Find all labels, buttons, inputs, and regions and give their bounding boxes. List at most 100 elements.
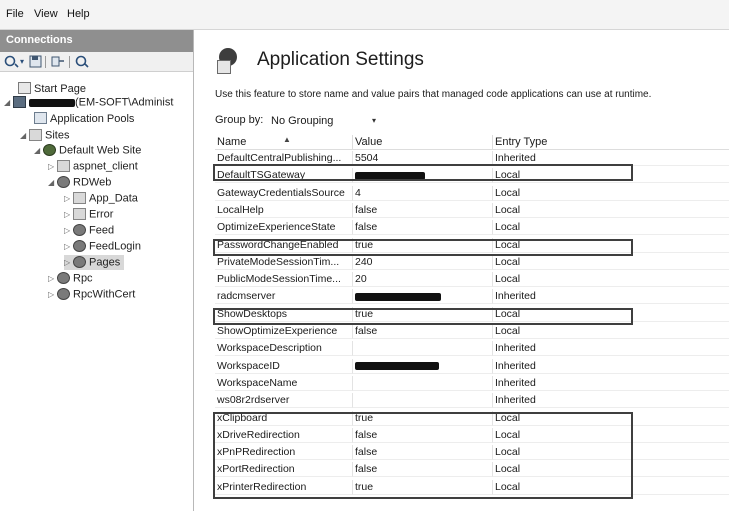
cell-entry-type: Local — [493, 324, 729, 339]
cell-value: false — [353, 202, 493, 218]
highlight-box — [213, 308, 633, 325]
tree-item-app-pools[interactable]: Application Pools — [34, 112, 134, 127]
tree-item-aspnet-client[interactable]: ▷ aspnet_client — [48, 159, 138, 174]
application-icon — [57, 271, 70, 284]
refresh-icon[interactable] — [75, 55, 89, 68]
column-header-entry-type[interactable]: Entry Type — [493, 135, 729, 150]
cell-value: false — [353, 220, 493, 236]
start-page-icon — [18, 82, 31, 95]
folder-icon — [57, 159, 70, 172]
table-row[interactable]: WorkspaceName Inherited — [215, 375, 729, 391]
expand-arrow-icon[interactable]: ▷ — [64, 207, 73, 222]
redacted-value — [355, 361, 439, 370]
page-title: Application Settings — [257, 49, 424, 70]
menu-view[interactable]: View — [34, 8, 58, 20]
expand-arrow-icon[interactable]: ▷ — [48, 271, 57, 286]
back-arrow-icon[interactable] — [4, 55, 19, 68]
server-icon — [13, 95, 26, 108]
cell-value: false — [353, 324, 493, 339]
cell-entry-type: Local — [493, 186, 729, 201]
menu-bar: File View Help — [0, 0, 729, 30]
column-header-name[interactable]: Name ▲ — [215, 135, 353, 150]
globe-icon — [43, 143, 56, 156]
cell-entry-type: Local — [493, 220, 729, 236]
group-by-select[interactable]: No Grouping ▾ — [267, 111, 383, 130]
cell-name: OptimizeExperienceState — [215, 220, 353, 236]
group-by-label: Group by: — [215, 114, 264, 126]
expand-arrow-icon[interactable]: ▷ — [64, 239, 73, 254]
collapse-arrow-icon[interactable]: ◢ — [4, 95, 13, 110]
tree-item-feed[interactable]: ▷ Feed — [64, 223, 114, 238]
tree-item-default-web-site[interactable]: ◢ Default Web Site — [34, 143, 141, 158]
tree-item-error[interactable]: ▷ Error — [64, 207, 113, 222]
collapse-arrow-icon[interactable]: ◢ — [20, 128, 29, 143]
table-row[interactable]: ws08r2rdserver Inherited — [215, 393, 729, 409]
column-header-value[interactable]: Value — [353, 135, 493, 150]
connections-toolbar: ▾ — [0, 52, 193, 72]
cell-value — [353, 358, 493, 374]
application-settings-pane: Application Settings Use this feature to… — [195, 30, 729, 511]
expand-arrow-icon[interactable]: ▷ — [48, 159, 57, 174]
toolbar-separator — [45, 56, 46, 68]
table-row[interactable]: ShowOptimizeExperience false Local — [215, 324, 729, 339]
table-row[interactable]: WorkspaceID Inherited — [215, 358, 729, 374]
table-row[interactable]: PrivateModeSessionTim... 240 Local — [215, 254, 729, 270]
cell-entry-type: Inherited — [493, 341, 729, 357]
cell-value: 240 — [353, 254, 493, 270]
expand-arrow-icon[interactable]: ▷ — [64, 223, 73, 238]
application-icon — [73, 239, 86, 252]
cell-name: PrivateModeSessionTim... — [215, 254, 353, 270]
cell-value: 20 — [353, 272, 493, 288]
redacted-value — [355, 292, 441, 301]
expand-arrow-icon[interactable]: ▷ — [64, 191, 73, 206]
save-icon[interactable] — [29, 55, 43, 68]
tree-item-pages[interactable]: ▷ Pages — [64, 255, 125, 270]
application-settings-icon — [217, 48, 239, 74]
table-row[interactable]: GatewayCredentialsSource 4 Local — [215, 185, 729, 201]
menu-file[interactable]: File — [6, 8, 24, 20]
cell-name: ws08r2rdserver — [215, 393, 353, 409]
tree-item-rpc[interactable]: ▷ Rpc — [48, 271, 93, 286]
tree-item-server[interactable]: ◢ (EM-SOFT\Administ — [4, 95, 173, 110]
connections-pane: Connections ▾ Start Page ◢ (EM-SOFT\Admin… — [0, 30, 194, 511]
tree-item-sites[interactable]: ◢ Sites — [20, 128, 69, 143]
cell-name: ShowOptimizeExperience — [215, 324, 353, 339]
application-icon — [73, 255, 86, 268]
chevron-down-icon[interactable]: ▾ — [372, 116, 376, 125]
tree-item-rpcwithcert[interactable]: ▷ RpcWithCert — [48, 287, 135, 302]
folder-icon — [73, 191, 86, 204]
cell-name: PublicModeSessionTime... — [215, 272, 353, 288]
cell-value — [353, 289, 493, 305]
cell-value: 4 — [353, 185, 493, 201]
table-row[interactable]: OptimizeExperienceState false Local — [215, 220, 729, 236]
cell-entry-type: Inherited — [493, 289, 729, 305]
cell-name: LocalHelp — [215, 202, 353, 218]
application-icon — [57, 175, 70, 188]
expand-arrow-icon[interactable]: ▷ — [64, 255, 73, 270]
tree-item-app-data[interactable]: ▷ App_Data — [64, 191, 138, 206]
cell-entry-type: Local — [493, 203, 729, 218]
expand-arrow-icon[interactable]: ▷ — [48, 287, 57, 302]
menu-help[interactable]: Help — [67, 8, 90, 20]
cell-value — [353, 375, 493, 391]
sites-folder-icon — [29, 128, 42, 141]
cell-entry-type: Inherited — [493, 376, 729, 391]
application-pools-icon — [34, 112, 47, 125]
group-by-value: No Grouping — [271, 115, 334, 127]
table-row[interactable]: radcmserver Inherited — [215, 289, 729, 305]
page-description: Use this feature to store name and value… — [215, 89, 652, 100]
table-row[interactable]: PublicModeSessionTime... 20 Local — [215, 272, 729, 288]
tree-item-rdweb[interactable]: ◢ RDWeb — [48, 175, 111, 190]
table-row[interactable]: LocalHelp false Local — [215, 202, 729, 218]
tree-item-feedlogin[interactable]: ▷ FeedLogin — [64, 239, 141, 254]
highlight-box — [213, 164, 633, 181]
table-row[interactable]: WorkspaceDescription Inherited — [215, 341, 729, 357]
connect-icon[interactable] — [51, 55, 65, 68]
cell-entry-type: Local — [493, 272, 729, 288]
collapse-arrow-icon[interactable]: ◢ — [34, 143, 43, 158]
application-icon — [57, 287, 70, 300]
redacted-server-name — [29, 98, 75, 107]
collapse-arrow-icon[interactable]: ◢ — [48, 175, 57, 190]
cell-entry-type: Inherited — [493, 393, 729, 409]
cell-entry-type: Local — [493, 255, 729, 270]
